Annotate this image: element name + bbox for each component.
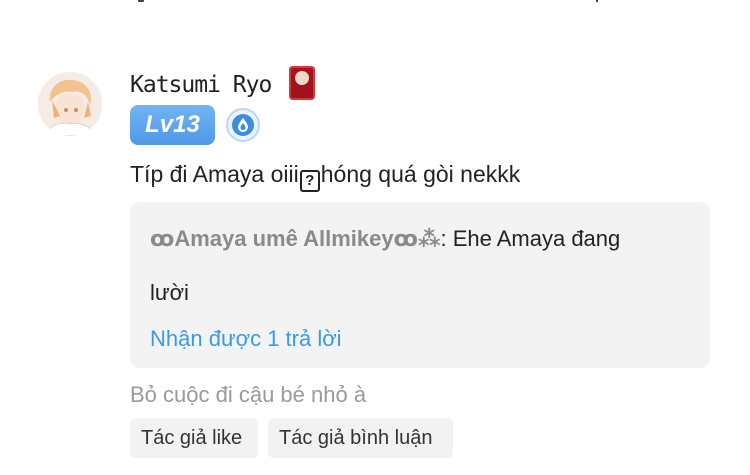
reply-count-link[interactable]: Nhận được 1 trả lời bbox=[150, 324, 342, 354]
username[interactable]: Katsumi Ryo bbox=[130, 70, 272, 100]
reply-author[interactable]: ꝏAmaya umê Allmikeyꝏ⁂ bbox=[150, 226, 440, 251]
reply-text-2: lười bbox=[150, 280, 189, 305]
previous-comment-remnant-2 bbox=[596, 0, 598, 2]
reply-preview-box[interactable]: ꝏAmaya umê Allmikeyꝏ⁂: Ehe Amaya đang lư… bbox=[130, 202, 710, 368]
comment-text: Típ đi Amaya oiii? hóng quá gòi nekkk bbox=[130, 158, 520, 192]
author-commented-tag: Tác giả bình luận bbox=[268, 418, 453, 458]
anime-avatar-icon bbox=[38, 72, 102, 136]
avatar[interactable] bbox=[38, 72, 102, 136]
author-liked-tag: Tác giả like bbox=[130, 418, 258, 458]
unknown-glyph-box: ? bbox=[299, 170, 320, 192]
previous-comment-remnant bbox=[138, 0, 144, 2]
status-text: Bỏ cuộc đi cậu bé nhỏ à bbox=[130, 382, 367, 407]
reply-text-1: : Ehe Amaya đang bbox=[440, 226, 621, 251]
level-badge: Lv13 bbox=[130, 105, 215, 145]
comment-text-before: Típ đi Amaya oiii bbox=[130, 161, 299, 187]
comment-text-after: hóng quá gòi nekkk bbox=[320, 161, 521, 187]
red-card-icon bbox=[289, 66, 315, 100]
blue-water-drop-badge-icon bbox=[226, 108, 260, 142]
reply-line-1: ꝏAmaya umê Allmikeyꝏ⁂: Ehe Amaya đang bbox=[150, 224, 620, 254]
